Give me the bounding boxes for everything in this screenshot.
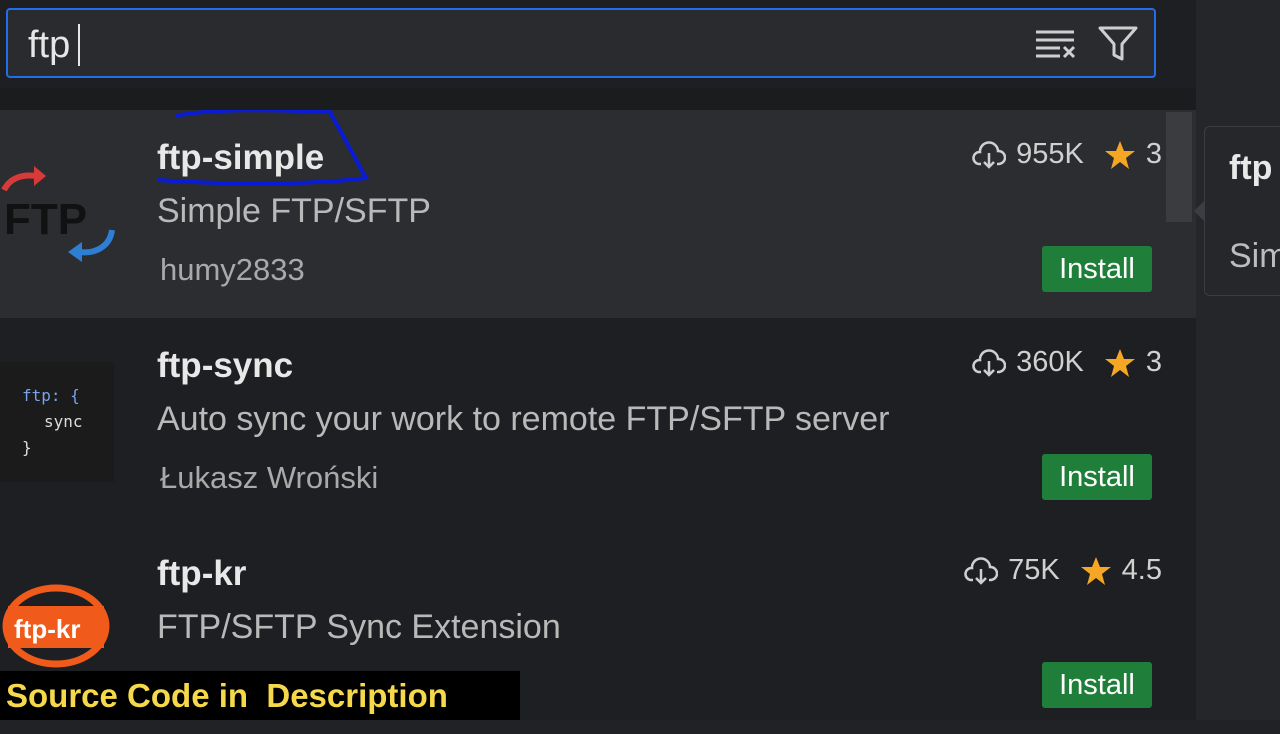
extension-stats: 360K 3: [972, 346, 1162, 379]
extension-description: Auto sync your work to remote FTP/SFTP s…: [157, 400, 890, 438]
svg-text:ftp-kr: ftp-kr: [14, 614, 80, 644]
extension-name: ftp-sync: [157, 346, 294, 385]
star-icon: [1104, 140, 1135, 169]
extension-author[interactable]: Łukasz Wroński: [160, 460, 378, 496]
scrollbar-thumb[interactable]: [1166, 112, 1192, 222]
star-icon: [1080, 556, 1111, 585]
filter-icon[interactable]: [1096, 24, 1140, 64]
annotation-underline: [157, 110, 370, 186]
video-caption: Source Code in Description: [0, 671, 520, 720]
search-box[interactable]: [6, 8, 1156, 78]
extensions-sidebar: FTP ftp-simple Simple FTP/SFTP humy2833 …: [0, 0, 1196, 720]
clear-filter-icon[interactable]: [1034, 24, 1078, 64]
install-button[interactable]: Install: [1042, 662, 1152, 708]
rating-value: 3: [1145, 138, 1162, 170]
search-input[interactable]: [26, 20, 1010, 70]
logo-line-2: sync: [44, 412, 83, 431]
hover-card-description: Sim: [1229, 237, 1280, 275]
extension-stats: 75K 4.5: [964, 554, 1162, 587]
install-button[interactable]: Install: [1042, 454, 1152, 500]
download-count: 955K: [1016, 138, 1084, 170]
extension-description: Simple FTP/SFTP: [157, 192, 431, 230]
rating-value: 3: [1145, 346, 1162, 378]
extension-list: FTP ftp-simple Simple FTP/SFTP humy2833 …: [0, 110, 1196, 720]
ftp-simple-logo: FTP: [0, 160, 120, 280]
cloud-download-icon: [972, 348, 1007, 377]
divider: [0, 88, 1196, 110]
ftp-sync-logo: ftp: { sync }: [0, 362, 114, 482]
logo-line-1: ftp: {: [22, 386, 80, 405]
extension-item-ftp-simple[interactable]: FTP ftp-simple Simple FTP/SFTP humy2833 …: [0, 110, 1196, 318]
extension-author[interactable]: humy2833: [160, 252, 305, 288]
extension-item-ftp-sync[interactable]: ftp: { sync } ftp-sync Auto sync your wo…: [0, 318, 1196, 526]
cloud-download-icon: [972, 140, 1007, 169]
extension-stats: 955K 3: [972, 138, 1162, 171]
download-count: 75K: [1008, 554, 1060, 586]
download-count: 360K: [1016, 346, 1084, 378]
install-button[interactable]: Install: [1042, 246, 1152, 292]
extension-description: FTP/SFTP Sync Extension: [157, 608, 561, 646]
cloud-download-icon: [964, 556, 999, 585]
svg-text:FTP: FTP: [4, 195, 87, 244]
extension-hover-card: ftp Sim: [1204, 126, 1280, 296]
editor-area: [1196, 0, 1280, 720]
logo-line-3: }: [22, 438, 32, 457]
rating-value: 4.5: [1121, 554, 1162, 586]
search-actions: [1034, 24, 1140, 64]
star-icon: [1104, 348, 1135, 377]
text-cursor: [78, 24, 80, 66]
hover-card-title: ftp: [1229, 149, 1273, 187]
extension-name: ftp-kr: [157, 554, 247, 593]
